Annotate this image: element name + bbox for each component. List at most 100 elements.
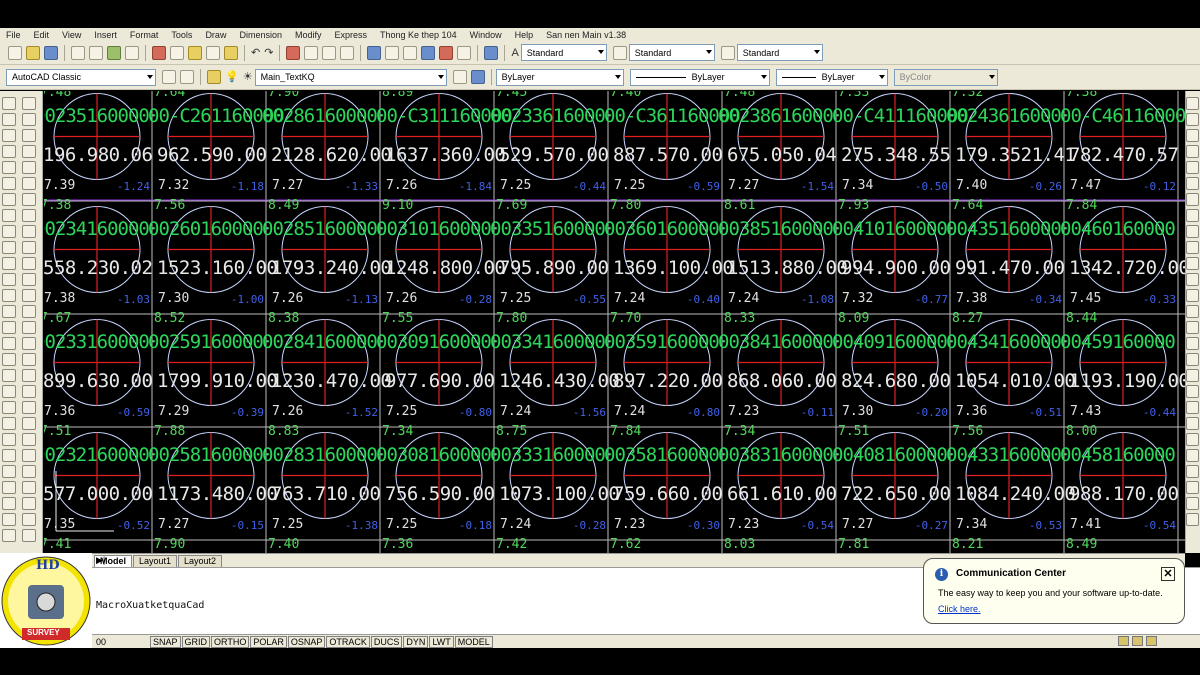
chamfer-icon[interactable] <box>22 321 36 334</box>
tool-icon[interactable] <box>1186 193 1199 206</box>
tab-layout1[interactable]: Layout1 <box>133 555 178 567</box>
layer-on-icon[interactable]: 💡 <box>225 70 239 84</box>
calculator-icon[interactable] <box>457 45 472 60</box>
tool-icon[interactable] <box>1186 161 1199 174</box>
tool-icon[interactable] <box>1186 353 1199 366</box>
workspace-settings-icon[interactable] <box>162 70 176 84</box>
array-icon[interactable] <box>22 161 36 174</box>
tool-icon[interactable] <box>1186 401 1199 414</box>
tool-icon[interactable] <box>1186 225 1199 238</box>
dim-style-select[interactable]: Standard <box>628 44 715 61</box>
undo-icon[interactable]: ↶ <box>251 46 260 60</box>
fillet-icon[interactable] <box>22 337 36 350</box>
menu-item[interactable]: View <box>62 30 81 40</box>
paste-icon[interactable] <box>188 45 202 60</box>
polyline-icon[interactable] <box>2 129 16 142</box>
status-ortho-button[interactable]: ORTHO <box>211 635 250 648</box>
arc-icon[interactable] <box>2 497 16 510</box>
construction-line-icon[interactable] <box>2 433 16 446</box>
polygon-icon[interactable] <box>2 465 16 478</box>
scale-icon[interactable] <box>22 529 36 542</box>
menu-item[interactable]: Modify <box>295 30 322 40</box>
offset-icon[interactable] <box>22 465 36 478</box>
status-snap-button[interactable]: SNAP <box>150 635 181 648</box>
zoom-previous-icon[interactable] <box>340 45 355 60</box>
block-editor-icon[interactable] <box>224 45 238 60</box>
print-icon[interactable] <box>71 45 85 60</box>
region-icon[interactable] <box>2 353 16 366</box>
status-dyn-button[interactable]: DYN <box>403 635 429 648</box>
tab-nav-icon[interactable]: ▶| <box>96 555 105 566</box>
properties-icon[interactable] <box>367 45 382 60</box>
multiline-text-icon[interactable] <box>2 385 16 398</box>
3d-dwf-icon[interactable] <box>125 45 139 60</box>
redo-icon[interactable]: ↷ <box>264 46 273 60</box>
rotate-icon[interactable] <box>22 513 36 526</box>
tool-icon[interactable] <box>1186 369 1199 382</box>
tool-palettes-icon[interactable] <box>403 45 418 60</box>
table-icon[interactable] <box>2 369 16 382</box>
menu-item[interactable]: Dimension <box>239 30 282 40</box>
point-icon[interactable] <box>2 305 16 318</box>
drawing-area[interactable]: 7.48 00235160000 196.980.06 7.39 -1.24 7.64 00… <box>44 91 1185 553</box>
mirror-icon[interactable] <box>22 129 36 142</box>
insert-block-icon[interactable] <box>2 273 16 286</box>
tool-icon[interactable] <box>1186 241 1199 254</box>
tool-icon[interactable] <box>1186 385 1199 398</box>
status-grid-button[interactable]: GRID <box>181 635 211 648</box>
move-icon[interactable] <box>22 497 36 510</box>
rectangle-icon[interactable] <box>2 161 16 174</box>
copy-icon[interactable] <box>170 45 184 60</box>
extend-icon[interactable] <box>22 257 36 270</box>
hatch-icon[interactable] <box>2 321 16 334</box>
circle-icon[interactable] <box>2 513 16 526</box>
copy-icon[interactable] <box>22 113 36 126</box>
make-block-icon[interactable] <box>2 289 16 302</box>
save-icon[interactable] <box>44 45 58 60</box>
menu-item[interactable]: Express <box>335 30 368 40</box>
tool-icon[interactable] <box>1186 257 1199 270</box>
join-icon[interactable] <box>22 305 36 318</box>
circle-icon[interactable] <box>2 193 16 206</box>
tool-icon[interactable] <box>1186 289 1199 302</box>
menu-item[interactable]: Window <box>470 30 502 40</box>
tool-icon[interactable] <box>1186 209 1199 222</box>
gradient-icon[interactable] <box>2 337 16 350</box>
tool-icon[interactable] <box>1186 97 1199 110</box>
status-lwt-button[interactable]: LWT <box>429 635 454 648</box>
erase-icon[interactable] <box>22 97 36 110</box>
dim-aligned-icon[interactable] <box>22 385 36 398</box>
tool-icon[interactable] <box>1186 449 1199 462</box>
spline-icon[interactable] <box>2 225 16 238</box>
markup-icon[interactable] <box>439 45 454 60</box>
revision-cloud-icon[interactable] <box>2 529 16 542</box>
line-icon[interactable] <box>2 97 16 110</box>
scale-icon[interactable] <box>22 209 36 222</box>
design-center-icon[interactable] <box>385 45 400 60</box>
text-style-select[interactable]: Standard <box>520 44 607 61</box>
tool-icon[interactable] <box>1186 497 1199 510</box>
zoom-window-icon[interactable] <box>322 45 337 60</box>
array-icon[interactable] <box>22 481 36 494</box>
text-icon[interactable] <box>22 401 36 414</box>
status-otrack-button[interactable]: OTRACK <box>326 635 370 648</box>
construction-line-icon[interactable] <box>2 113 16 126</box>
layer-previous-icon[interactable] <box>470 70 485 84</box>
rotate-icon[interactable] <box>22 193 36 206</box>
menu-item[interactable]: Thong Ke thep 104 <box>380 30 457 40</box>
lineweight-select[interactable]: ByLayer <box>775 68 888 86</box>
tool-icon[interactable] <box>1186 337 1199 350</box>
mirror-icon[interactable] <box>22 449 36 462</box>
open-icon[interactable] <box>26 45 40 60</box>
tool-icon[interactable] <box>1186 481 1199 494</box>
revision-cloud-icon[interactable] <box>2 209 16 222</box>
polygon-icon[interactable] <box>2 145 16 158</box>
layer-freeze-icon[interactable]: ☀ <box>243 70 253 84</box>
tool-icon[interactable] <box>1186 129 1199 142</box>
cut-icon[interactable] <box>152 45 166 60</box>
menu-item[interactable]: Help <box>515 30 534 40</box>
table-style-select[interactable]: Standard <box>736 44 823 61</box>
make-object-layer-current-icon[interactable] <box>452 70 467 84</box>
workspace-select[interactable]: AutoCAD Classic <box>6 68 156 86</box>
menu-item[interactable]: Insert <box>94 30 117 40</box>
